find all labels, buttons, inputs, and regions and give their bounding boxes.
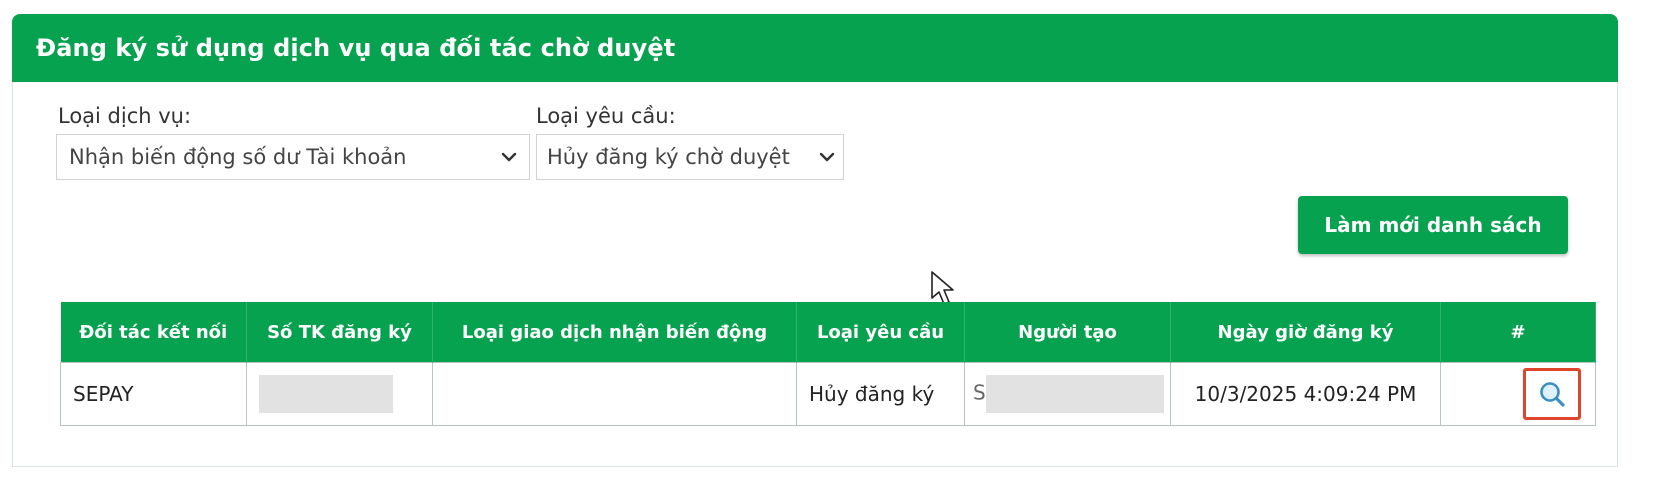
redacted-creator: [985, 375, 1164, 413]
cell-request-type: Hủy đăng ký: [796, 362, 965, 426]
request-type-value: Hủy đăng ký chờ duyệt: [547, 145, 790, 169]
cell-partner: SEPAY: [60, 362, 247, 426]
table-header-row: Đối tác kết nối Số TK đăng ký Loại giao …: [60, 302, 1596, 363]
column-header-actions: #: [1440, 302, 1596, 363]
column-header-partner: Đối tác kết nối: [60, 302, 247, 363]
panel-header: Đăng ký sử dụng dịch vụ qua đối tác chờ …: [12, 14, 1618, 82]
panel-title: Đăng ký sử dụng dịch vụ qua đối tác chờ …: [36, 34, 676, 62]
column-header-creator: Người tạo: [964, 302, 1171, 363]
service-type-select[interactable]: Nhận biến động số dư Tài khoản: [56, 134, 530, 180]
cell-creator: S: [964, 362, 1171, 426]
chevron-down-icon: [501, 152, 517, 162]
view-detail-button[interactable]: [1523, 368, 1581, 420]
cell-account-no: [246, 362, 433, 426]
request-type-label: Loại yêu cầu:: [536, 104, 676, 128]
creator-initial: S: [973, 380, 986, 405]
cell-actions: [1440, 362, 1596, 426]
service-type-value: Nhận biến động số dư Tài khoản: [69, 145, 407, 169]
request-type-select[interactable]: Hủy đăng ký chờ duyệt: [536, 134, 844, 180]
table-row: SEPAY Hủy đăng ký S 10/3/2025 4:09:24 PM: [60, 362, 1596, 426]
pending-registrations-table: Đối tác kết nối Số TK đăng ký Loại giao …: [60, 302, 1596, 426]
search-icon: [1540, 382, 1565, 407]
column-header-request-type: Loại yêu cầu: [796, 302, 965, 363]
column-header-account-no: Số TK đăng ký: [246, 302, 433, 363]
redacted-account-no: [259, 375, 393, 413]
column-header-txn-type: Loại giao dịch nhận biến động: [432, 302, 797, 363]
refresh-list-button[interactable]: Làm mới danh sách: [1298, 196, 1568, 254]
cell-txn-type: [432, 362, 797, 426]
column-header-created-at: Ngày giờ đăng ký: [1170, 302, 1441, 363]
service-type-label: Loại dịch vụ:: [58, 104, 192, 128]
cell-created-at: 10/3/2025 4:09:24 PM: [1170, 362, 1441, 426]
chevron-down-icon: [819, 152, 835, 162]
